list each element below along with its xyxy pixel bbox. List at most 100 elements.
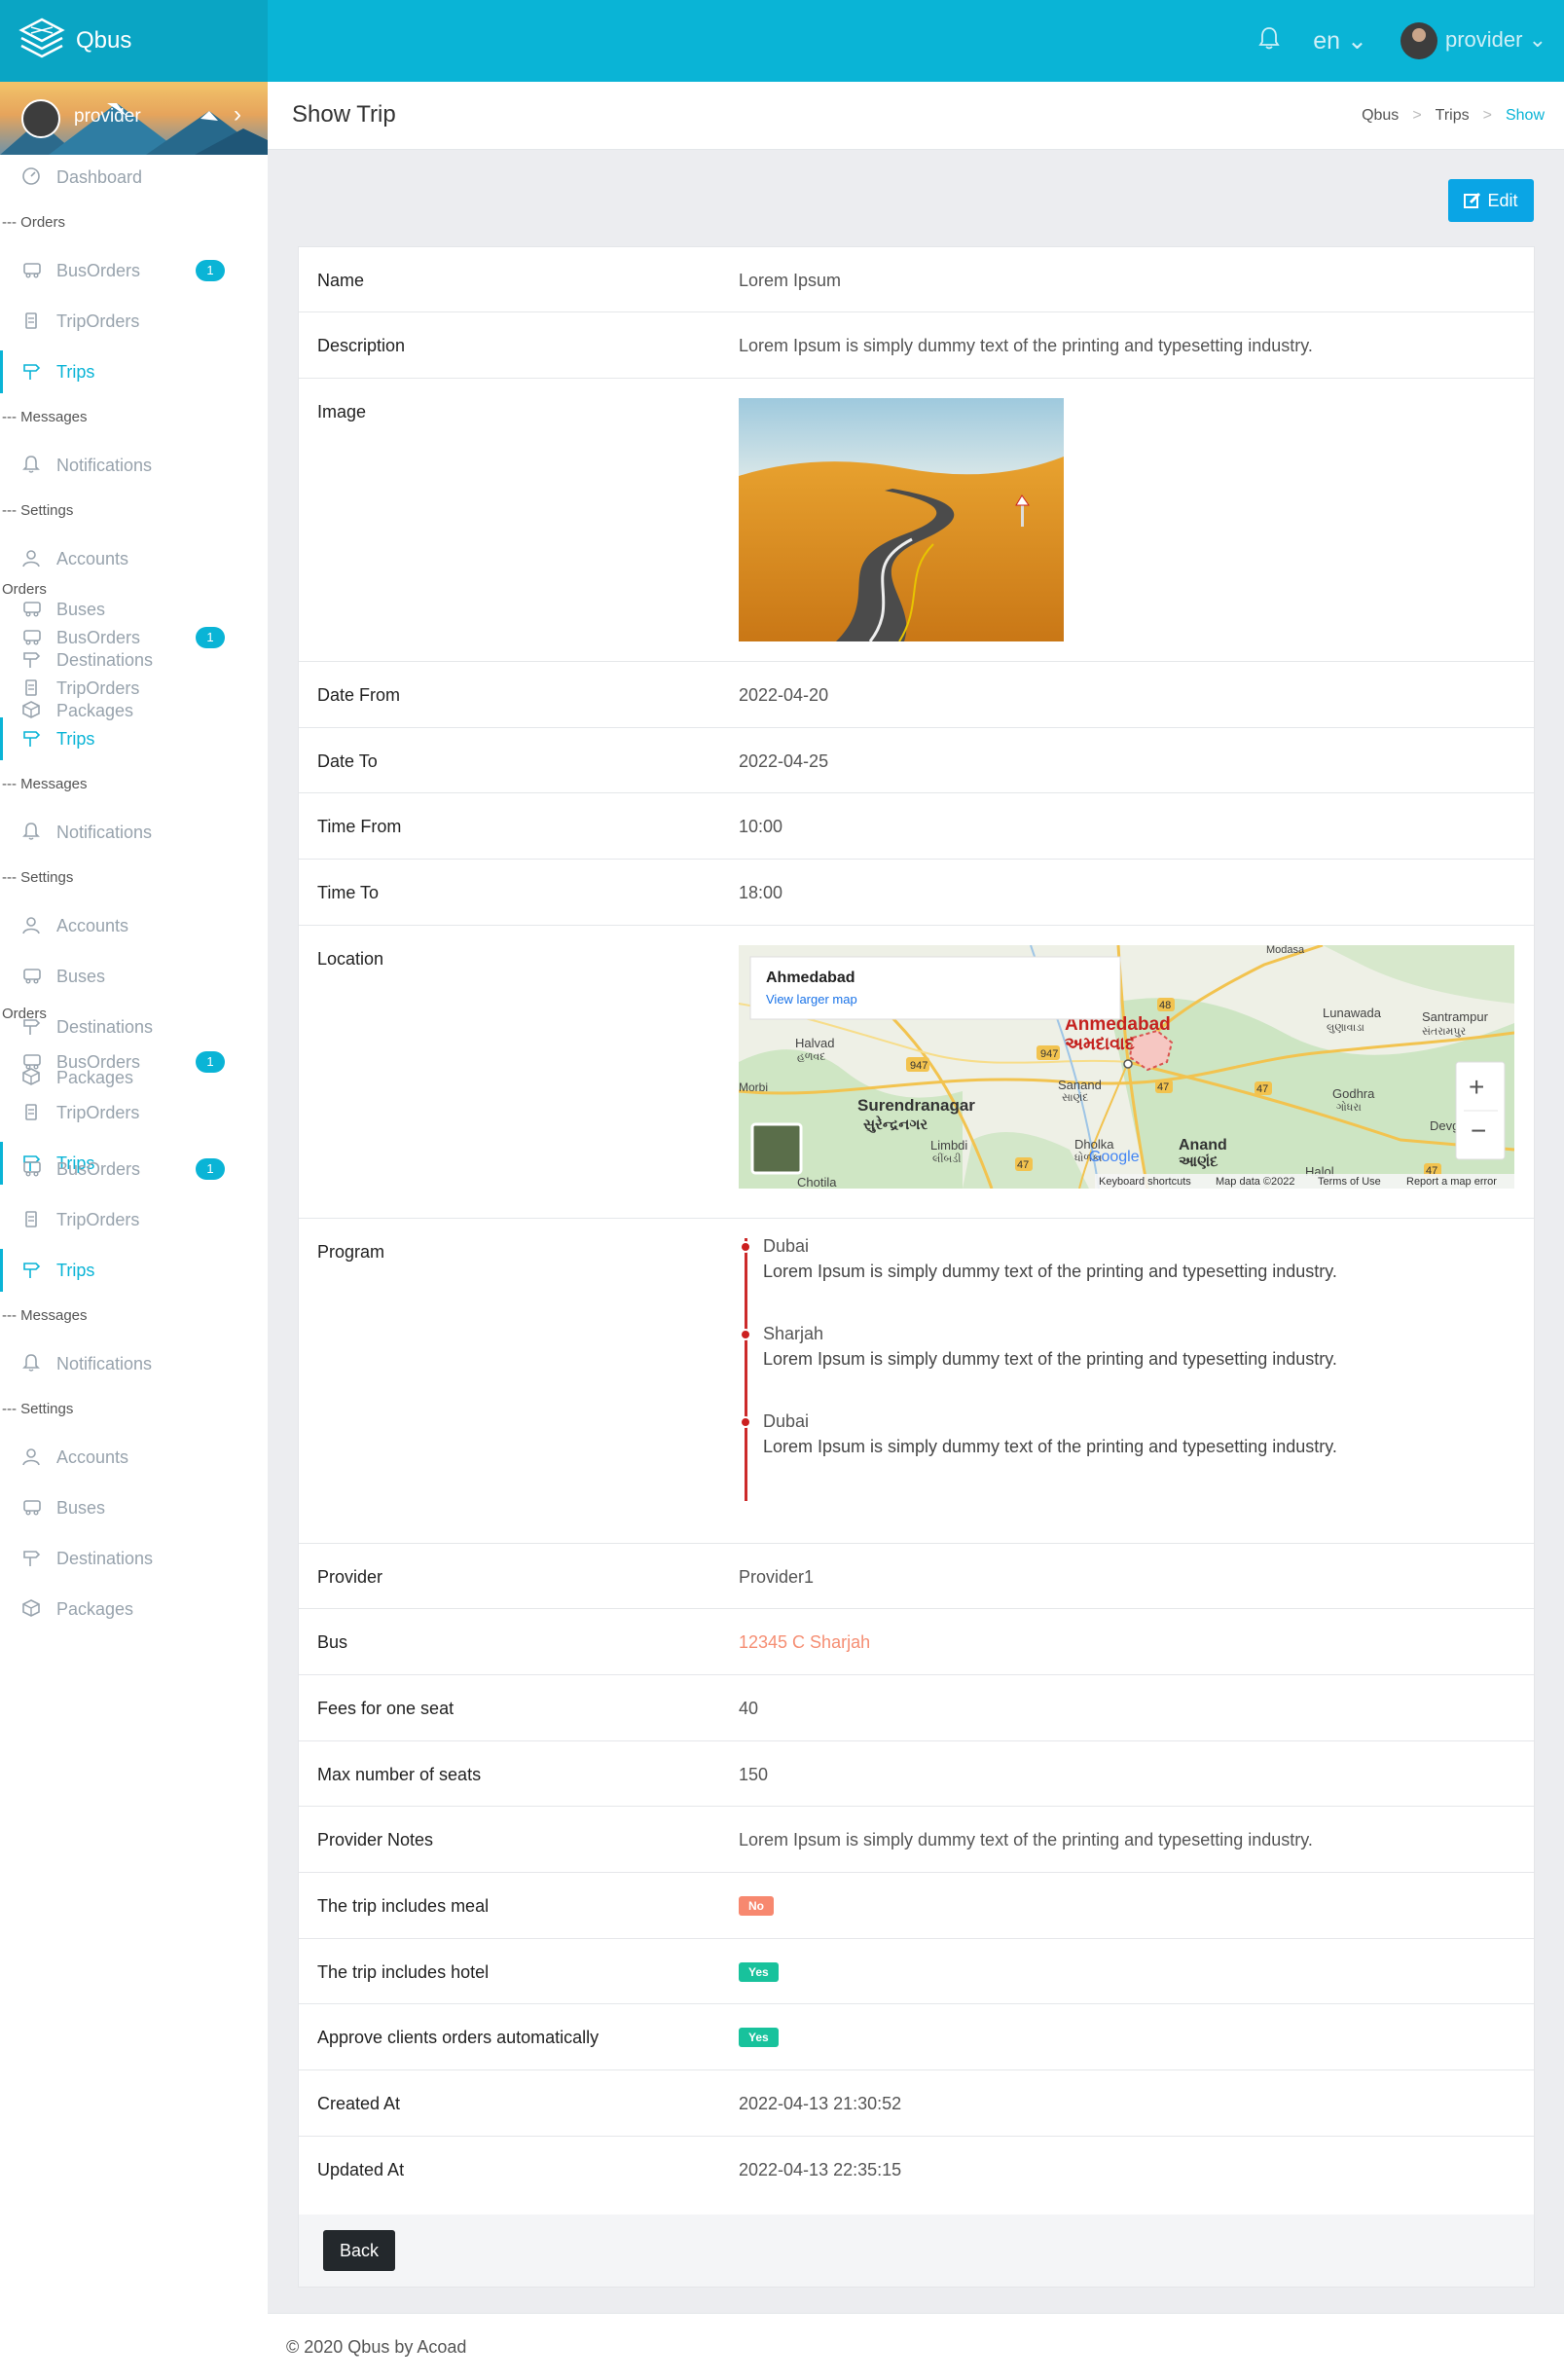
bus-icon <box>21 1497 43 1519</box>
detail-row-provider: Provider Provider1 <box>299 1544 1534 1609</box>
sidebar-item-label: BusOrders <box>56 1051 141 1072</box>
chevron-down-icon: ⌄ <box>1347 27 1367 55</box>
detail-label: Created At <box>317 2094 401 2113</box>
sidebar: provider › Dashboard --- Orders BusOrders 1… <box>0 82 268 2380</box>
breadcrumb-separator-icon: > <box>1482 107 1492 124</box>
svg-text:−: − <box>1471 1116 1486 1146</box>
clipboard-icon <box>21 1209 43 1230</box>
sidebar-item-notifications[interactable]: Notifications <box>0 444 268 487</box>
sidebar-item-triporders[interactable]: TripOrders <box>0 300 268 343</box>
detail-row-fees: Fees for one seat 40 <box>299 1675 1534 1741</box>
sidebar-item-notifications[interactable]: Notifications <box>0 1342 268 1385</box>
detail-row-location: Location Ahmedabad અમદાવાદ Surendranagar… <box>299 926 1534 1219</box>
sidebar-item-buses[interactable]: Buses <box>0 1486 268 1529</box>
sidebar-item-trips[interactable]: Trips <box>0 1249 268 1292</box>
sidebar-item-label: BusOrders <box>56 627 141 647</box>
brand[interactable]: Qbus <box>0 0 268 82</box>
sidebar-item-label: Packages <box>56 1598 134 1619</box>
status-badge: Yes <box>739 2028 779 2047</box>
bus-icon <box>21 1051 43 1073</box>
sidebar-item-label: Notifications <box>56 455 153 475</box>
bell-icon <box>21 822 43 843</box>
breadcrumb-separator-icon: > <box>1412 107 1422 124</box>
bell-icon[interactable] <box>1258 26 1280 55</box>
edit-button[interactable]: Edit <box>1448 179 1534 222</box>
sidebar-item-busorders[interactable]: BusOrders 1 <box>0 249 268 292</box>
language-label: en <box>1313 27 1341 55</box>
svg-text:આણંદ: આણંદ <box>1179 1153 1218 1170</box>
sidebar-item-trips[interactable]: Trips <box>0 350 268 393</box>
sidebar-item-accounts[interactable]: Accounts <box>0 537 268 580</box>
sidebar-item-busorders[interactable]: BusOrders 1 <box>0 1148 268 1190</box>
location-map[interactable]: Ahmedabad અમદાવાદ Surendranagar સુરેન્દ્… <box>739 945 1514 1189</box>
count-badge: 1 <box>196 1158 225 1180</box>
sidebar-item-triporders[interactable]: TripOrders <box>0 1198 268 1241</box>
sidebar-item-label: BusOrders <box>56 260 141 280</box>
svg-text:Limbdi: Limbdi <box>930 1138 967 1153</box>
detail-row-auto-approve: Approve clients orders automatically Yes <box>299 2004 1534 2070</box>
back-button[interactable]: Back <box>323 2230 395 2271</box>
sidebar-item-trips[interactable]: Trips <box>0 717 268 760</box>
sidebar-item-packages[interactable]: Packages <box>0 1588 268 1630</box>
sidebar-section-header: --- Messages <box>2 776 88 792</box>
program-city: Dubai <box>763 1236 810 1256</box>
sidebar-item-accounts[interactable]: Accounts <box>0 904 268 947</box>
sidebar-section-header: --- Orders <box>2 214 65 231</box>
bus-link[interactable]: 12345 C Sharjah <box>739 1632 870 1653</box>
sidebar-section-header: --- Settings <box>2 502 74 519</box>
svg-text:Morbi: Morbi <box>739 1080 768 1094</box>
sidebar-item-buses[interactable]: Buses <box>0 955 268 998</box>
bell-icon <box>21 455 43 476</box>
detail-label: Time From <box>317 817 402 836</box>
breadcrumb-item-trips[interactable]: Trips <box>1436 107 1470 125</box>
svg-text:Google: Google <box>1089 1149 1140 1165</box>
svg-text:Halvad: Halvad <box>795 1036 834 1050</box>
sidebar-item-label: Trips <box>56 361 95 382</box>
svg-text:Santrampur: Santrampur <box>1422 1009 1489 1024</box>
detail-row-time-to: Time To 18:00 <box>299 860 1534 926</box>
signpost-icon <box>21 1260 43 1281</box>
sidebar-item-label: Trips <box>56 728 95 749</box>
language-selector[interactable]: en ⌄ <box>1313 26 1367 55</box>
chevron-down-icon: ⌄ <box>1528 26 1546 52</box>
detail-label: Fees for one seat <box>317 1699 455 1718</box>
sidebar-item-destinations[interactable]: Destinations <box>0 1537 268 1580</box>
detail-value: 150 <box>739 1765 769 1784</box>
sidebar-item-accounts[interactable]: Accounts <box>0 1436 268 1479</box>
detail-row-bus: Bus 12345 C Sharjah <box>299 1609 1534 1675</box>
sidebar-item-label: Dashboard <box>56 166 143 187</box>
sidebar-item-notifications[interactable]: Notifications <box>0 811 268 854</box>
sidebar-item-label: Trips <box>56 1260 95 1280</box>
sidebar-profile[interactable]: provider › <box>0 82 268 155</box>
svg-text:લુણાવાડા: લુણાવાડા <box>1327 1022 1364 1034</box>
sidebar-item-label: Accounts <box>56 548 129 568</box>
sidebar-item-busorders[interactable]: BusOrders 1 <box>0 616 268 659</box>
breadcrumb-item-qbus[interactable]: Qbus <box>1362 107 1399 125</box>
detail-label: The trip includes meal <box>317 1896 490 1916</box>
detail-label: Image <box>317 402 367 421</box>
bus-icon <box>21 966 43 987</box>
detail-row-created-at: Created At 2022-04-13 21:30:52 <box>299 2070 1534 2137</box>
svg-text:48: 48 <box>1159 1000 1171 1011</box>
svg-text:47: 47 <box>1256 1083 1268 1095</box>
detail-value: 10:00 <box>739 817 783 836</box>
detail-row-max-seats: Max number of seats 150 <box>299 1741 1534 1807</box>
user-menu[interactable]: provider ⌄ <box>1400 22 1546 59</box>
footer-text: © 2020 Qbus by Acoad <box>286 2337 467 2357</box>
sidebar-item-triporders[interactable]: TripOrders <box>0 1091 268 1134</box>
svg-text:Report a map error: Report a map error <box>1406 1176 1497 1188</box>
sidebar-item-triporders[interactable]: TripOrders <box>0 667 268 710</box>
gauge-icon <box>21 166 43 188</box>
sidebar-item-dashboard[interactable]: Dashboard <box>0 156 268 199</box>
count-badge: 1 <box>196 627 225 648</box>
sidebar-item-label: Accounts <box>56 915 129 935</box>
sidebar-section-header: --- Settings <box>2 869 74 886</box>
sidebar-item-label: BusOrders <box>56 1158 141 1179</box>
sidebar-item-busorders[interactable]: BusOrders 1 <box>0 1041 268 1083</box>
svg-text:Surendranagar: Surendranagar <box>857 1096 975 1115</box>
svg-text:47: 47 <box>1017 1159 1029 1171</box>
svg-text:Keyboard shortcuts: Keyboard shortcuts <box>1099 1176 1191 1188</box>
sidebar-section-header: --- Settings <box>2 1401 74 1417</box>
program-text: Lorem Ipsum is simply dummy text of the … <box>763 1262 1337 1281</box>
svg-text:47: 47 <box>1157 1081 1169 1093</box>
